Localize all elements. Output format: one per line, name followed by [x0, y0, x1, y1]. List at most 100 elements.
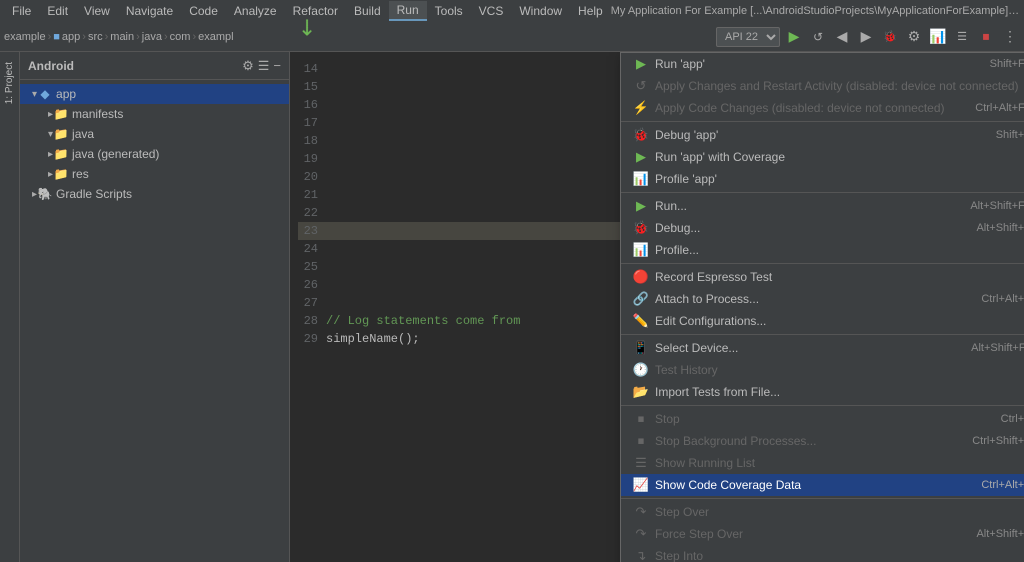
menu-attach-process[interactable]: 🔗 Attach to Process... Ctrl+Alt+F5 [621, 288, 1024, 310]
menu-refactor[interactable]: Refactor [285, 2, 346, 20]
breadcrumb-java[interactable]: java [142, 31, 162, 43]
force-step-over-shortcut: Alt+Shift+F8 [976, 528, 1024, 540]
breadcrumb-src[interactable]: src [88, 31, 103, 43]
menu-profile-ellipsis[interactable]: 📊 Profile... [621, 239, 1024, 261]
toolbar-reload[interactable]: ↺ [808, 27, 828, 47]
gradle-label: Gradle Scripts [56, 187, 132, 201]
java-gen-icon: 📁 [53, 146, 69, 162]
menu-run-app[interactable]: ▶ Run 'app' Shift+F10 [621, 53, 1024, 75]
toolbar-forward[interactable]: ▶ [856, 27, 876, 47]
menu-run[interactable]: Run [389, 1, 427, 21]
edit-config-label: Edit Configurations... [655, 314, 1011, 328]
breadcrumb-main[interactable]: main [110, 31, 134, 43]
line-18: 18 [298, 132, 326, 150]
line-26: 26 [298, 276, 326, 294]
coverage-data-shortcut: Ctrl+Alt+F6 [981, 479, 1024, 491]
breadcrumb-example-label: example [4, 31, 46, 43]
run-coverage-label: Run 'app' with Coverage [655, 150, 1011, 164]
menu-code-coverage[interactable]: 📈 Show Code Coverage Data Ctrl+Alt+F6 [621, 474, 1024, 496]
menu-code[interactable]: Code [181, 2, 226, 20]
running-list-label: Show Running List [655, 456, 1011, 470]
menu-edit[interactable]: Edit [39, 2, 76, 20]
breadcrumb-exampl[interactable]: exampl [198, 31, 233, 43]
menu-select-device[interactable]: 📱 Select Device... Alt+Shift+F11 [621, 337, 1024, 359]
menu-view[interactable]: View [76, 2, 118, 20]
menu-navigate[interactable]: Navigate [118, 2, 181, 20]
profile-ellipsis-icon: 📊 [633, 242, 649, 258]
menu-stop-bg: ⏹ Stop Background Processes... Ctrl+Shif… [621, 430, 1024, 452]
profile-app-label: Profile 'app' [655, 172, 1011, 186]
breadcrumb-com[interactable]: com [170, 31, 191, 43]
import-tests-label: Import Tests from File... [655, 385, 1011, 399]
tree-item-java-gen[interactable]: ▸ 📁 java (generated) [20, 144, 289, 164]
tree-item-manifests[interactable]: ▸ 📁 manifests [20, 104, 289, 124]
panel-collapse-icon[interactable]: − [273, 58, 281, 74]
tree-item-app[interactable]: ▾ ◆ app [20, 84, 289, 104]
menu-debug-ellipsis[interactable]: 🐞 Debug... Alt+Shift+F9 [621, 217, 1024, 239]
api-selector[interactable]: API 22 [716, 27, 780, 47]
step-over-label: Step Over [655, 505, 998, 519]
toolbar-stop[interactable]: ⏹ [976, 27, 996, 47]
apply-code-label: Apply Code Changes (disabled: device not… [655, 101, 949, 115]
edit-config-icon: ✏️ [633, 313, 649, 329]
menu-help[interactable]: Help [570, 2, 611, 20]
debug-ellipsis-label: Debug... [655, 221, 950, 235]
toolbar-back[interactable]: ◀ [832, 27, 852, 47]
menu-vcs[interactable]: VCS [471, 2, 512, 20]
run-button[interactable]: ▶ [784, 27, 804, 47]
breadcrumb-main-label: main [110, 31, 134, 43]
app-icon: ■ [53, 31, 60, 43]
attach-shortcut: Ctrl+Alt+F5 [981, 293, 1024, 305]
menu-tools[interactable]: Tools [427, 2, 471, 20]
menu-edit-config[interactable]: ✏️ Edit Configurations... [621, 310, 1024, 332]
tree-item-gradle[interactable]: ▸ 🐘 Gradle Scripts [20, 184, 289, 204]
breadcrumb-sep-4: › [164, 31, 168, 43]
menu-debug-app[interactable]: 🐞 Debug 'app' Shift+F9 [621, 124, 1024, 146]
line-27: 27 [298, 294, 326, 312]
toolbar-profile[interactable]: 📊 [928, 27, 948, 47]
line-14: 14 [298, 60, 326, 78]
menu-profile-app[interactable]: 📊 Profile 'app' [621, 168, 1024, 190]
toolbar-more[interactable]: ⋮ [1000, 27, 1020, 47]
menu-analyze[interactable]: Analyze [226, 2, 285, 20]
menu-import-tests[interactable]: 📂 Import Tests from File... [621, 381, 1024, 403]
test-history-icon: 🕐 [633, 362, 649, 378]
tree-item-res[interactable]: ▸ 📁 res [20, 164, 289, 184]
profile-icon: 📊 [633, 171, 649, 187]
panel-layout-icon[interactable]: ☰ [258, 58, 270, 74]
menu-window[interactable]: Window [511, 2, 570, 20]
force-step-over-icon: ↷ [633, 526, 649, 542]
breadcrumb-app[interactable]: ■ app [53, 31, 80, 43]
run-dropdown-menu[interactable]: ▶ Run 'app' Shift+F10 ↺ Apply Changes an… [620, 52, 1024, 562]
menu-stop: ⏹ Stop Ctrl+F2 [621, 408, 1024, 430]
stop-label: Stop [655, 412, 975, 426]
step-into-label: Step Into [655, 549, 998, 562]
breadcrumb-sep-3: › [136, 31, 140, 43]
menu-espresso[interactable]: 🔴 Record Espresso Test [621, 266, 1024, 288]
run-app-label: Run 'app' [655, 57, 964, 71]
toolbar-attach[interactable]: ⚙ [904, 27, 924, 47]
menu-run-ellipsis[interactable]: ▶ Run... Alt+Shift+F10 [621, 195, 1024, 217]
line-16: 16 [298, 96, 326, 114]
project-tree: ▾ ◆ app ▸ 📁 manifests ▾ 📁 java ▸ [20, 80, 289, 562]
project-tab[interactable]: 1: Project [2, 56, 17, 110]
debug-button[interactable]: 🐞 [880, 27, 900, 47]
menu-run-coverage[interactable]: ▶ Run 'app' with Coverage [621, 146, 1024, 168]
coverage-data-icon: 📈 [633, 477, 649, 493]
menu-build[interactable]: Build [346, 2, 389, 20]
line-29: 29 [298, 330, 326, 348]
step-into-icon: ↴ [633, 548, 649, 562]
menu-apply-code-changes: ⚡ Apply Code Changes (disabled: device n… [621, 97, 1024, 119]
toolbar-coverage[interactable]: ☰ [952, 27, 972, 47]
code-snippet: simpleName(); [326, 330, 420, 348]
tree-item-java[interactable]: ▾ 📁 java [20, 124, 289, 144]
panel-settings-icon[interactable]: ⚙ [242, 58, 254, 74]
right-area: 14 15 16 17 18 19 [290, 52, 1024, 562]
breadcrumb-example[interactable]: example [4, 31, 46, 43]
debug-app-label: Debug 'app' [655, 128, 970, 142]
run-ellipsis-label: Run... [655, 199, 944, 213]
line-24: 24 [298, 240, 326, 258]
breadcrumb-sep-0: › [48, 31, 52, 43]
attach-label: Attach to Process... [655, 292, 955, 306]
menu-file[interactable]: File [4, 2, 39, 20]
